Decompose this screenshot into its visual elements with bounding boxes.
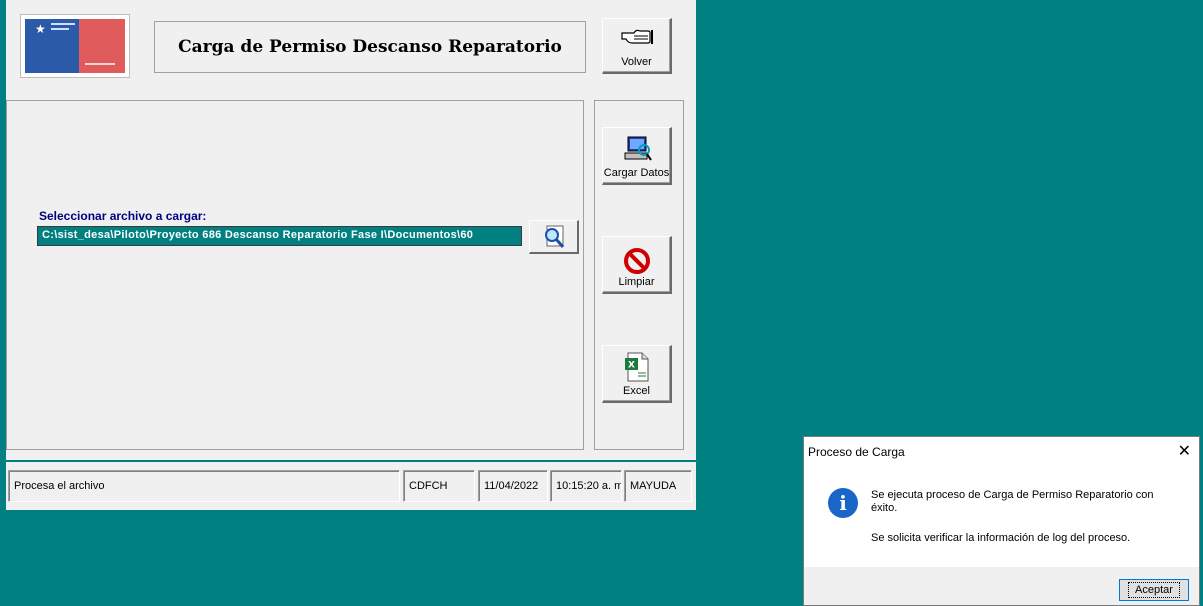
file-select-label: Seleccionar archivo a cargar: (39, 209, 207, 223)
app-window: ★ Carga de Permiso Descanso Reparatorio … (6, 0, 696, 510)
status-message: Procesa el archivo (8, 470, 400, 502)
volver-label: Volver (621, 56, 652, 68)
ministry-logo: ★ (20, 14, 130, 78)
computer-load-icon (624, 136, 652, 161)
svg-text:X: X (628, 361, 635, 371)
limpiar-label: Limpiar (618, 276, 655, 288)
file-selection-panel (6, 100, 584, 450)
file-path-input[interactable]: C:\sist_desa\Piloto\Proyecto 686 Descans… (37, 226, 522, 246)
browse-file-button[interactable] (529, 220, 579, 254)
cargar-datos-button[interactable]: Cargar Datos (602, 127, 672, 185)
cargar-datos-label: Cargar Datos (603, 167, 670, 179)
dialog-title: Proceso de Carga (808, 445, 905, 459)
excel-file-icon: X (624, 352, 648, 382)
aceptar-button[interactable]: Aceptar (1119, 579, 1189, 601)
dialog-footer: Aceptar (804, 567, 1199, 605)
pointing-hand-icon (620, 29, 653, 44)
volver-button[interactable]: Volver (602, 18, 672, 74)
excel-label: Excel (623, 385, 650, 397)
limpiar-button[interactable]: Limpiar (602, 236, 672, 294)
aceptar-label: Aceptar (1128, 582, 1180, 598)
dialog-message-success: Se ejecuta proceso de Carga de Permiso R… (871, 489, 1154, 514)
info-icon: i (828, 488, 858, 518)
magnifier-icon (544, 225, 564, 248)
process-dialog: Proceso de Carga ✕ i Se ejecuta proceso … (803, 436, 1200, 606)
status-time: 10:15:20 a. m. (550, 470, 622, 502)
status-user: CDFCH (403, 470, 475, 502)
status-caps: MAYUDA (624, 470, 692, 502)
close-icon[interactable]: ✕ (1178, 441, 1191, 461)
status-date: 11/04/2022 (478, 470, 548, 502)
status-bar: Procesa el archivo CDFCH 11/04/2022 10:1… (6, 460, 696, 506)
dialog-message-verify: Se solicita verificar la información de … (871, 532, 1131, 544)
page-title: Carga de Permiso Descanso Reparatorio (154, 21, 586, 73)
no-entry-icon (623, 248, 650, 274)
excel-button[interactable]: X Excel (602, 345, 672, 403)
